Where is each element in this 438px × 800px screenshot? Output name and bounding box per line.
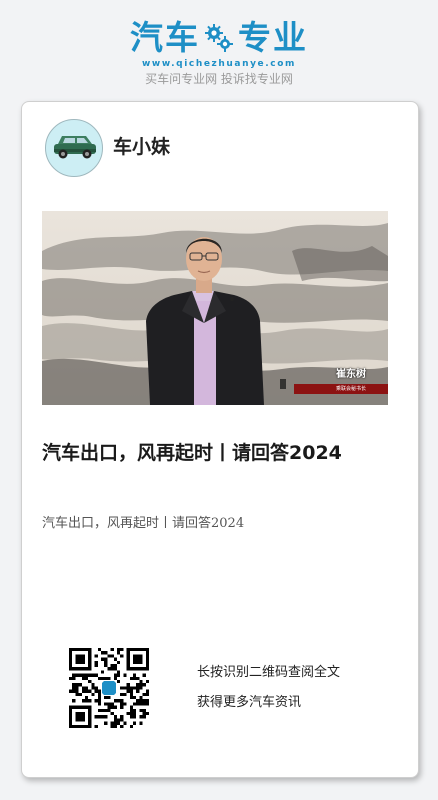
gears-icon: [205, 24, 233, 52]
car-icon: [54, 136, 96, 159]
logo-text-part2: 专业: [238, 18, 308, 57]
article-card: 车小妹 崔东树 乘联会秘书长 汽车出口，风再起时丨请回答2024 汽车出口，风再…: [21, 101, 419, 778]
site-url[interactable]: www.qichezhuanye.com: [0, 58, 438, 70]
site-logo[interactable]: 汽车 专业: [0, 18, 438, 58]
article-summary: 汽车出口，风再起时丨请回答2024: [42, 516, 245, 531]
qr-instruction-line1: 长按识别二维码查阅全文: [197, 665, 341, 680]
logo-text-part1: 汽车: [130, 18, 200, 57]
author-avatar[interactable]: [45, 119, 103, 177]
site-header: 汽车 专业 www.qichezhuanye.com 买车问专业网 投诉找专业网: [0, 18, 438, 87]
speaker-name: 崔东树: [336, 369, 366, 380]
author-name[interactable]: 车小妹: [113, 134, 170, 160]
qr-code[interactable]: [69, 648, 149, 728]
article-title[interactable]: 汽车出口，风再起时丨请回答2024: [42, 438, 372, 468]
site-tagline: 买车问专业网 投诉找专业网: [145, 72, 293, 86]
qr-instruction-line2: 获得更多汽车资讯: [197, 695, 302, 710]
qr-logo-icon: [101, 680, 117, 696]
speaker-name-tag: 崔东树 乘联会秘书长: [292, 368, 388, 398]
video-thumbnail[interactable]: 崔东树 乘联会秘书长: [42, 211, 388, 405]
speaker-title: 乘联会秘书长: [335, 386, 366, 392]
